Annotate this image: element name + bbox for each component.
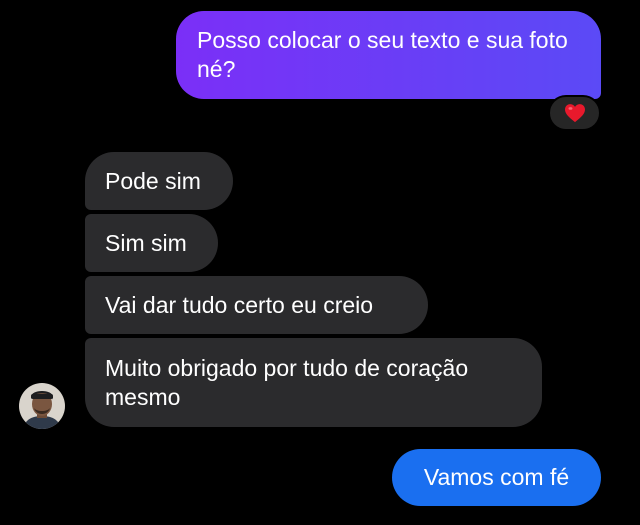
- red-heart-icon: [564, 103, 586, 123]
- outgoing-message-bubble[interactable]: Posso colocar o seu texto e sua foto né?: [176, 11, 601, 99]
- incoming-message-text: Vai dar tudo certo eu creio: [105, 291, 374, 318]
- outgoing-message-text: Vamos com fé: [423, 464, 570, 490]
- contact-avatar[interactable]: [19, 383, 65, 429]
- outgoing-message-text: Posso colocar o seu texto e sua foto né?: [197, 27, 568, 82]
- incoming-message-bubble[interactable]: Muito obrigado por tudo de coração mesmo: [85, 338, 542, 427]
- incoming-message-bubble[interactable]: Pode sim: [85, 152, 233, 210]
- message-reaction[interactable]: [548, 95, 601, 131]
- incoming-message-bubble[interactable]: Vai dar tudo certo eu creio: [85, 276, 428, 334]
- outgoing-message-bubble[interactable]: Vamos com fé: [392, 449, 601, 506]
- incoming-message-text: Muito obrigado por tudo de coração mesmo: [105, 355, 469, 410]
- incoming-message-bubble[interactable]: Sim sim: [85, 214, 218, 272]
- incoming-message-text: Sim sim: [105, 229, 187, 256]
- incoming-message-text: Pode sim: [105, 167, 201, 194]
